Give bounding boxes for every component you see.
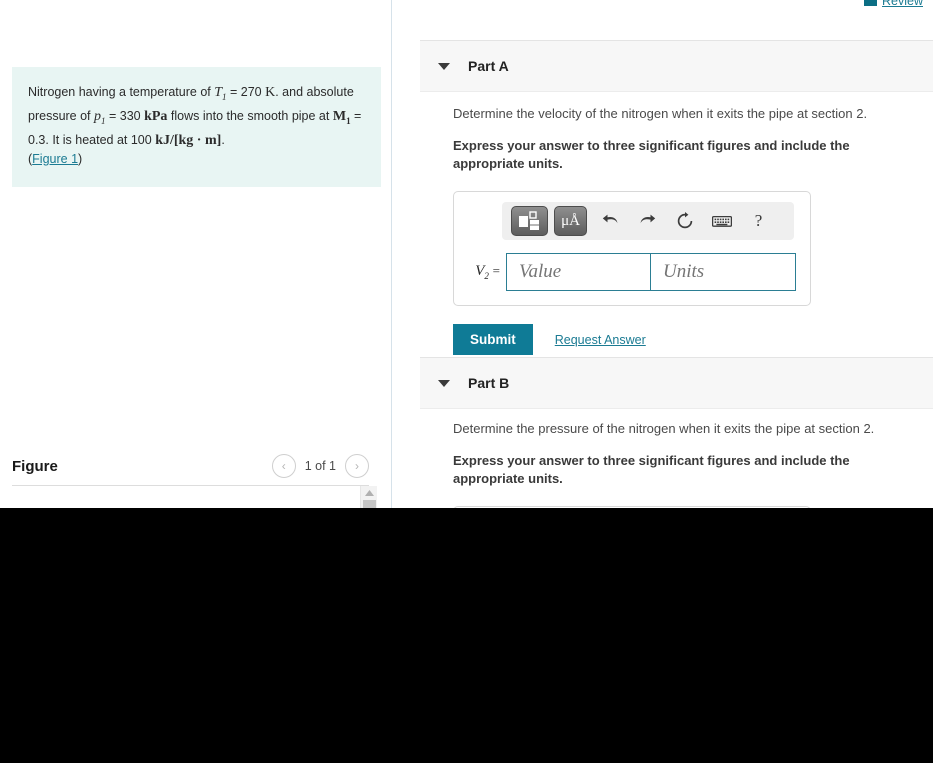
part-a-header[interactable]: Part A: [420, 40, 933, 92]
units-mu-angstrom-button[interactable]: μÅ: [554, 206, 587, 236]
figure-title: Figure: [12, 457, 58, 475]
part-b-body: Determine the pressure of the nitrogen w…: [453, 420, 923, 508]
part-a-units-input[interactable]: [651, 253, 796, 291]
problem-line1-pre: Nitrogen having a temperature of: [28, 85, 215, 99]
collapse-caret-icon-part-b[interactable]: [438, 379, 450, 387]
collapse-caret-icon-part-a[interactable]: [438, 62, 450, 70]
part-a-answer-row: V2 =: [464, 253, 800, 291]
pressure-value: = 330: [105, 108, 145, 123]
problem-line2-post: flows into the smooth: [167, 108, 289, 123]
submit-button[interactable]: Submit: [453, 324, 533, 355]
part-b-instruction: Express your answer to three significant…: [453, 453, 850, 486]
math-toolbar-part-a: μÅ ?: [502, 202, 794, 240]
temperature-unit: K: [265, 85, 276, 100]
part-a-variable-label: V2 =: [475, 263, 500, 281]
part-a-value-input[interactable]: [506, 253, 651, 291]
part-a-label: Part A: [468, 58, 509, 74]
figure-header: Figure ‹ 1 of 1 ›: [12, 448, 369, 484]
problem-statement-text: Nitrogen having a temperature of T1 = 27…: [28, 83, 363, 169]
part-b-question: Determine the pressure of the nitrogen w…: [453, 421, 875, 436]
figure-link-close: ): [78, 151, 83, 166]
help-icon[interactable]: ?: [745, 207, 772, 235]
review-link[interactable]: Review: [882, 0, 923, 8]
problem-line3-pre: pipe at: [291, 108, 333, 123]
request-answer-link[interactable]: Request Answer: [555, 333, 646, 347]
temperature-symbol: T1: [214, 85, 227, 102]
figure-scrollbar[interactable]: [360, 486, 377, 508]
redo-icon[interactable]: [634, 207, 661, 235]
figure-divider: [12, 485, 369, 486]
part-b-header[interactable]: Part B: [420, 357, 933, 409]
part-a-instruction: Express your answer to three significant…: [453, 138, 850, 171]
part-a-question: Determine the velocity of the nitrogen w…: [453, 106, 868, 121]
keyboard-icon[interactable]: [708, 207, 735, 235]
review-icon: [864, 0, 877, 6]
pressure-symbol: p1: [94, 108, 106, 126]
figure-prev-button[interactable]: ‹: [271, 454, 296, 478]
part-a-body: Determine the velocity of the nitrogen w…: [453, 105, 923, 355]
scrollbar-thumb[interactable]: [363, 500, 376, 508]
figure-next-button[interactable]: ›: [345, 454, 369, 478]
pressure-unit: kPa: [144, 108, 168, 124]
part-b-label: Part B: [468, 375, 510, 391]
units-mu-angstrom-label: μÅ: [561, 212, 580, 229]
part-a-submit-row: Submit Request Answer: [453, 324, 923, 355]
scrollbar-up-arrow-icon[interactable]: [361, 486, 378, 499]
review-bar: Review: [864, 0, 923, 8]
mach-symbol: M1: [332, 108, 351, 126]
help-question-mark: ?: [754, 211, 763, 230]
undo-icon[interactable]: [597, 207, 624, 235]
template-layout-button[interactable]: [511, 206, 548, 236]
problem-statement-box: Nitrogen having a temperature of T1 = 27…: [12, 67, 381, 187]
problem-line1-post: . and: [275, 85, 304, 99]
page-root: Nitrogen having a temperature of T1 = 27…: [0, 0, 933, 508]
reset-icon[interactable]: [671, 207, 698, 235]
temperature-value: = 270: [226, 85, 266, 99]
heat-unit: kJ/[kg · m]: [155, 132, 222, 148]
figure-1-link[interactable]: Figure 1: [32, 152, 78, 166]
figure-counter: 1 of 1: [304, 459, 336, 473]
problem-panel: Nitrogen having a temperature of T1 = 27…: [0, 0, 392, 508]
problem-line3-post: .: [221, 132, 225, 147]
part-a-answer-box: μÅ ? V2 = Value Units: [453, 191, 811, 306]
figure-navigation: ‹ 1 of 1 ›: [271, 454, 369, 478]
answer-panel: Review Part A Determine the velocity of …: [393, 0, 933, 508]
viewport-cutoff-band: [0, 508, 933, 763]
